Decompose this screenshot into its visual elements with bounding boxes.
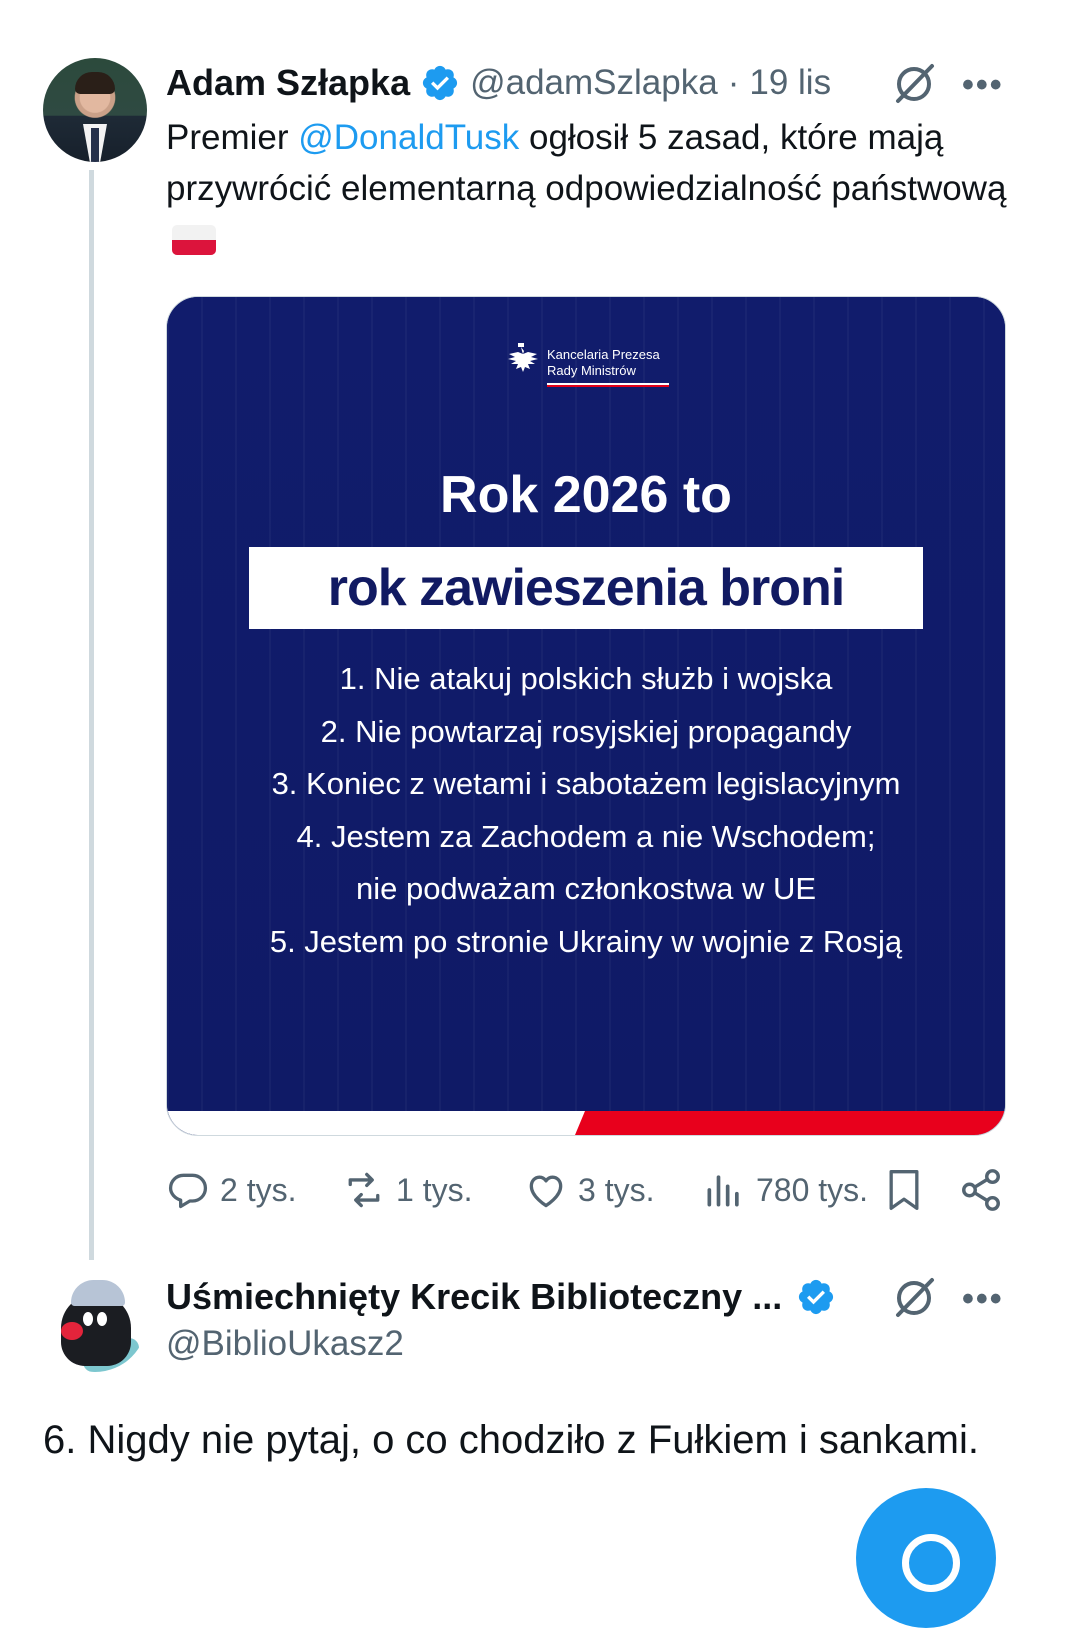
tweet-header: Adam Szłapka @adamSzlapka · 19 lis: [166, 60, 831, 106]
reply-count: 2 tys.: [220, 1171, 297, 1208]
media-rules-list: 1. Nie atakuj polskich służb i wojska 2.…: [167, 653, 1005, 968]
views-chart-icon: [707, 1175, 739, 1207]
verified-badge-icon: [423, 65, 458, 101]
compose-icon: [902, 1534, 960, 1592]
eagle-emblem-icon: [508, 343, 538, 372]
repost-button[interactable]: 1 tys.: [342, 1166, 472, 1214]
reply-button[interactable]: 2 tys.: [166, 1166, 296, 1214]
flag-stripe-red: [575, 1111, 1005, 1135]
repost-count: 1 tys.: [396, 1171, 473, 1208]
mention-link[interactable]: @DonaldTusk: [298, 118, 519, 157]
reply-author-name[interactable]: Uśmiechnięty Krecik Biblioteczny ...: [166, 1276, 782, 1318]
compose-fab-button[interactable]: [856, 1488, 996, 1628]
heart-icon: [529, 1175, 563, 1208]
thread-connector-line: [89, 170, 94, 1260]
views-button[interactable]: 780 tys.: [702, 1166, 868, 1214]
rule-line: 1. Nie atakuj polskich służb i wojska: [339, 661, 833, 696]
author-handle[interactable]: @adamSzlapka: [470, 63, 718, 103]
reply-text: 6. Nigdy nie pytaj, o co chodziło z Fułk…: [43, 1418, 979, 1462]
grok-icon[interactable]: [892, 1276, 938, 1318]
separator-dot: ·: [727, 63, 740, 102]
tweet-media-image[interactable]: Kancelaria Prezesa Rady Ministrów Rok 20…: [166, 296, 1006, 1136]
tweet-date[interactable]: 19 lis: [749, 63, 831, 103]
poland-flag-icon: [172, 225, 216, 255]
author-name[interactable]: Adam Szłapka: [166, 62, 410, 104]
grok-icon[interactable]: [892, 62, 938, 104]
share-icon[interactable]: [958, 1166, 1004, 1214]
kprm-name-line1: Kancelaria Prezesa: [547, 347, 660, 362]
like-button[interactable]: 3 tys.: [524, 1166, 654, 1214]
kprm-underline: [547, 383, 669, 387]
reply-more-options-button[interactable]: •••: [962, 1280, 1004, 1319]
kprm-name: Kancelaria Prezesa Rady Ministrów: [547, 347, 660, 379]
bookmark-icon[interactable]: [882, 1166, 926, 1214]
verified-badge-icon: [799, 1279, 834, 1315]
kprm-logo: Kancelaria Prezesa Rady Ministrów: [501, 343, 681, 391]
kprm-name-line2: Rady Ministrów: [547, 363, 636, 378]
like-count: 3 tys.: [578, 1171, 655, 1208]
rule-line: 5. Jestem po stronie Ukrainy w wojnie z …: [269, 923, 903, 959]
media-banner: rok zawieszenia broni: [249, 547, 923, 629]
more-options-button[interactable]: •••: [962, 66, 1004, 105]
reply-header: Uśmiechnięty Krecik Biblioteczny ...: [166, 1274, 836, 1320]
media-banner-text: rok zawieszenia broni: [327, 559, 846, 617]
rule-line: 2. Nie powtarzaj rosyjskiej propagandy: [320, 713, 852, 749]
repost-icon: [348, 1172, 380, 1208]
tweet-text: Premier @DonaldTusk ogłosił 5 zasad, któ…: [166, 112, 1026, 265]
rule-line: 4. Jestem za Zachodem a nie Wschodem;: [296, 818, 876, 854]
rule-line: nie podważam członkostwa w UE: [355, 871, 817, 906]
reply-icon: [168, 1173, 208, 1209]
tweet-text-lead: Premier: [166, 118, 299, 157]
views-count: 780 tys.: [756, 1171, 869, 1208]
reply-author-handle[interactable]: @BiblioUkasz2: [166, 1324, 404, 1364]
reply-author-avatar[interactable]: [43, 1268, 147, 1372]
author-avatar[interactable]: [43, 58, 147, 162]
rule-line: 3. Koniec z wetami i sabotażem legislacy…: [271, 766, 901, 801]
media-headline: Rok 2026 to: [440, 466, 732, 524]
